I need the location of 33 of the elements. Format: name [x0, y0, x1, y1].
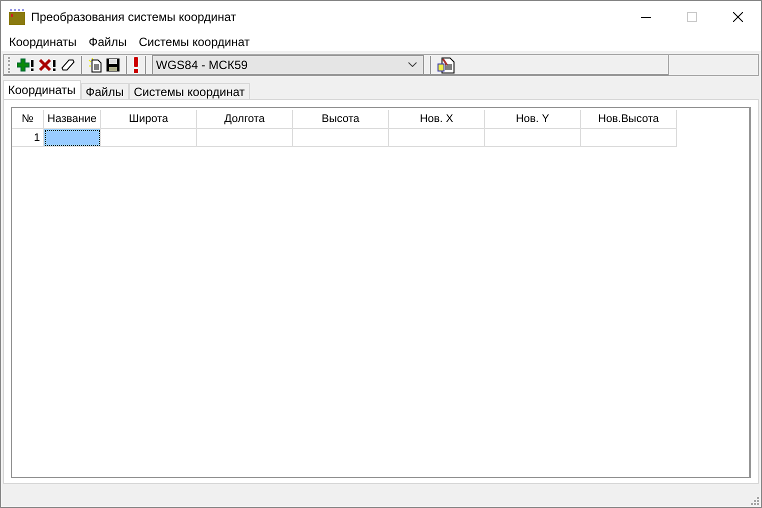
column-header[interactable]: Долгота	[197, 110, 293, 129]
document-icon[interactable]	[88, 56, 102, 72]
close-button[interactable]	[733, 12, 743, 22]
edit-document-icon[interactable]	[437, 56, 455, 74]
column-header[interactable]: №	[12, 110, 44, 129]
column-header[interactable]: Нов. Y	[485, 110, 581, 129]
column-header[interactable]: Широта	[101, 110, 197, 129]
table-cell[interactable]	[44, 129, 101, 147]
table-cell[interactable]	[485, 129, 581, 147]
menu-item[interactable]: Системы координат	[132, 34, 256, 48]
tab[interactable]: Файлы	[80, 83, 129, 99]
window-title: Преобразования системы координат	[31, 10, 238, 24]
tab[interactable]: Координаты	[3, 80, 81, 99]
table-cell[interactable]	[581, 129, 677, 147]
eraser-icon[interactable]	[61, 58, 75, 70]
menu-item[interactable]: Координаты	[3, 34, 83, 48]
tab[interactable]: Системы координат	[128, 83, 250, 99]
coordinate-system-dropdown[interactable]: WGS84 - МСК59	[152, 54, 424, 74]
column-header[interactable]: Высота	[293, 110, 389, 129]
add-icon[interactable]	[17, 58, 35, 72]
column-header[interactable]: Нов.Высота	[581, 110, 677, 129]
caret-icon[interactable]	[408, 62, 417, 67]
table-cell[interactable]	[293, 129, 389, 147]
column-header[interactable]: Нов. X	[389, 110, 485, 129]
menu-item[interactable]: Файлы	[82, 34, 133, 48]
delete-icon[interactable]	[39, 58, 57, 72]
app-icon	[9, 8, 25, 24]
table-cell[interactable]	[101, 129, 197, 147]
resize-grip-icon[interactable]	[751, 497, 759, 505]
save-icon[interactable]	[106, 58, 120, 72]
exclamation-icon[interactable]	[133, 56, 139, 72]
table-cell[interactable]	[197, 129, 293, 147]
table-cell[interactable]	[389, 129, 485, 147]
